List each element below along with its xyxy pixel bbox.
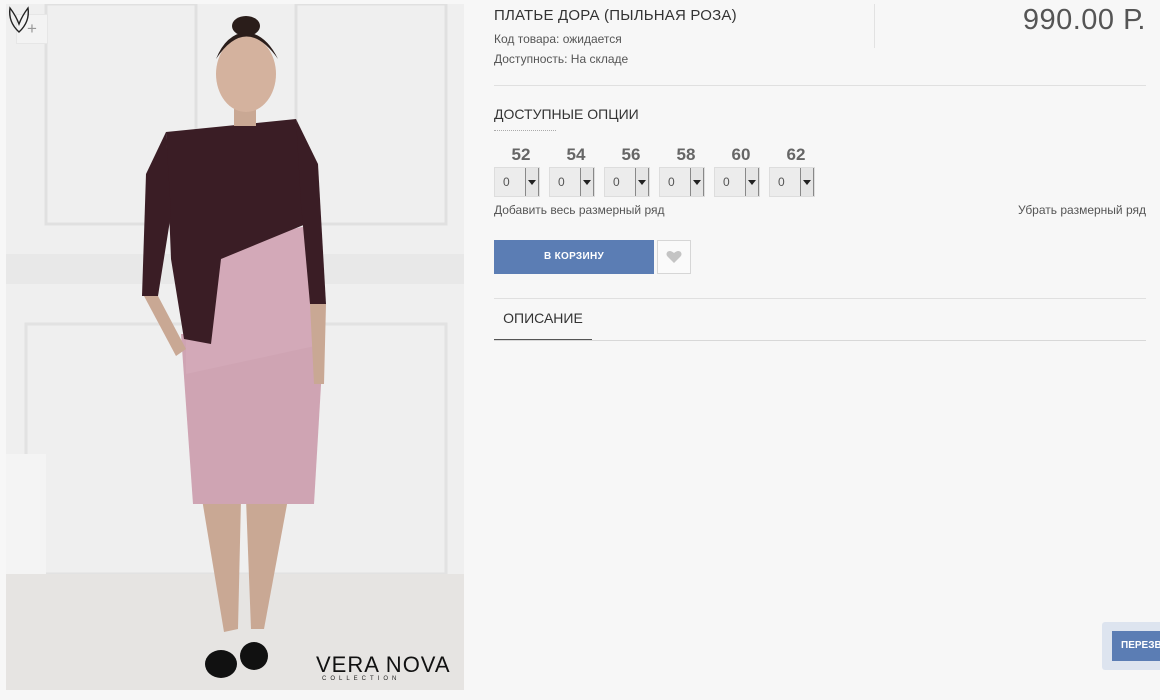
size-option: 52 0 <box>494 145 549 197</box>
size-quantity-select[interactable]: 0 <box>714 167 760 197</box>
tabs-divider <box>494 340 1146 341</box>
product-availability: Доступность: На складе <box>494 52 629 66</box>
options-heading: ДОСТУПНЫЕ ОПЦИИ <box>494 106 639 131</box>
size-quantity-value: 0 <box>550 168 580 196</box>
tab-description[interactable]: ОПИСАНИЕ <box>494 310 592 341</box>
size-option: 62 0 <box>769 145 824 197</box>
size-label: 62 <box>786 145 806 164</box>
callback-widget: ПЕРЕЗВОНИТЬ <box>1102 622 1160 670</box>
divider <box>494 298 1146 299</box>
dropdown-arrow-icon[interactable] <box>580 168 594 196</box>
size-quantity-select[interactable]: 0 <box>549 167 595 197</box>
callback-button[interactable]: ПЕРЕЗВОНИТЬ <box>1112 631 1160 661</box>
size-quantity-select[interactable]: 0 <box>494 167 540 197</box>
dropdown-arrow-icon[interactable] <box>800 168 814 196</box>
heart-icon <box>666 250 682 263</box>
divider <box>494 85 1146 86</box>
dropdown-arrow-icon[interactable] <box>690 168 704 196</box>
wishlist-button[interactable] <box>657 240 691 274</box>
size-label: 54 <box>566 145 586 164</box>
remove-all-sizes-link[interactable]: Убрать размерный ряд <box>1018 203 1146 217</box>
size-quantity-value: 0 <box>715 168 745 196</box>
dropdown-arrow-icon[interactable] <box>745 168 759 196</box>
size-label: 56 <box>621 145 641 164</box>
size-options: 52 0 54 0 56 0 58 0 60 0 62 0 <box>494 145 824 197</box>
add-to-cart-button[interactable]: В КОРЗИНУ <box>494 240 654 274</box>
tulip-logo-icon <box>9 6 29 33</box>
size-option: 58 0 <box>659 145 714 197</box>
size-quantity-value: 0 <box>495 168 525 196</box>
size-quantity-select[interactable]: 0 <box>769 167 815 197</box>
size-quantity-value: 0 <box>605 168 635 196</box>
size-quantity-select[interactable]: 0 <box>604 167 650 197</box>
size-quantity-value: 0 <box>770 168 800 196</box>
size-quantity-value: 0 <box>660 168 690 196</box>
size-label: 52 <box>511 145 531 164</box>
product-image[interactable]: + VERA NOVA COLLECTION <box>6 4 464 690</box>
brand-subtitle: COLLECTION <box>322 676 401 682</box>
product-sku: Код товара: ожидается <box>494 32 622 46</box>
dropdown-arrow-icon[interactable] <box>635 168 649 196</box>
price-divider <box>874 4 875 48</box>
size-option: 60 0 <box>714 145 769 197</box>
size-label: 60 <box>731 145 751 164</box>
dropdown-arrow-icon[interactable] <box>525 168 539 196</box>
product-title: ПЛАТЬЕ ДОРА (ПЫЛЬНАЯ РОЗА) <box>494 7 737 24</box>
size-label: 58 <box>676 145 696 164</box>
add-all-sizes-link[interactable]: Добавить весь размерный ряд <box>494 203 665 217</box>
product-photo-illustration <box>6 4 464 690</box>
product-price: 990.00 Р. <box>1022 4 1146 36</box>
size-quantity-select[interactable]: 0 <box>659 167 705 197</box>
size-option: 54 0 <box>549 145 604 197</box>
size-option: 56 0 <box>604 145 659 197</box>
brand-logo: VERA NOVA <box>316 652 451 677</box>
